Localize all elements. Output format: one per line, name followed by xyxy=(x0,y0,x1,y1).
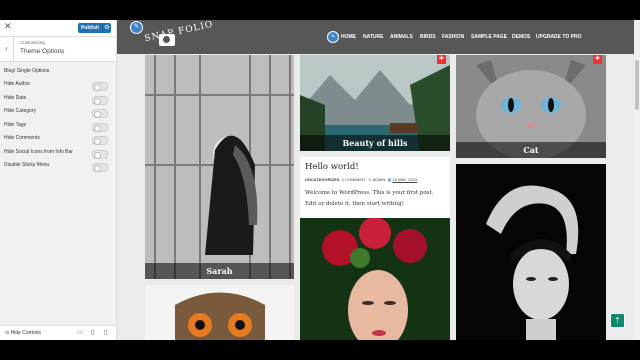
option-disable-sticky-menu: Disable Sticky Menu xyxy=(0,159,116,173)
card-bw-portrait[interactable] xyxy=(456,164,606,340)
option-label: Hide Comments xyxy=(4,135,40,141)
pin-icon: ✚ xyxy=(437,55,446,64)
option-hide-date: Hide Date xyxy=(0,92,116,106)
card-caption: Beauty of hills xyxy=(300,135,450,151)
option-label: Disable Sticky Menu xyxy=(4,162,50,168)
edit-shortcut-icon[interactable]: ✎ xyxy=(130,21,143,34)
section-title: Blog/ Single Options xyxy=(4,68,50,74)
browser-frame: ✕ Publish ⚙ ‹ Customizing Theme Options … xyxy=(0,20,640,340)
toggle-switch[interactable] xyxy=(92,109,108,118)
site-logo-text[interactable]: SNAP FOLIO xyxy=(144,20,215,44)
preview-scrollbar[interactable] xyxy=(634,20,640,340)
scroll-to-top-button[interactable]: ⇡ xyxy=(610,313,625,328)
post-excerpt: Welcome to WordPress. This is your first… xyxy=(305,190,434,207)
option-label: Hide Author xyxy=(4,81,31,87)
nav-item-nature[interactable]: NATURE xyxy=(363,34,383,40)
nav-item-upgrade[interactable]: UPGRADE TO PRO xyxy=(536,34,581,40)
post-author[interactable]: ADMIN xyxy=(372,177,385,182)
post-date[interactable]: 16 MAY, 2023 xyxy=(393,177,418,182)
post-title[interactable]: Hello world! xyxy=(305,162,359,172)
option-label: Hide Tags xyxy=(4,121,27,128)
toggle-switch[interactable] xyxy=(92,95,108,105)
customizer-footer: ⊙ Hide Controls ▭ ▯ ▯ xyxy=(0,325,116,340)
site-preview: ✎ SNAP FOLIO ✎ HOME NATURE ANIMALS BIRDS… xyxy=(117,20,640,340)
toggle-switch[interactable] xyxy=(92,163,108,172)
nav-item-fashion[interactable]: FASHION xyxy=(442,34,464,40)
edit-shortcut-icon[interactable]: ✎ xyxy=(327,31,339,43)
option-hide-category: Hide Category xyxy=(0,105,116,119)
publish-button[interactable]: Publish xyxy=(78,23,102,33)
nav-item-home[interactable]: HOME xyxy=(341,34,356,40)
toggle-switch[interactable] xyxy=(92,82,108,91)
option-hide-social-icons: Hide Social Icons from Info Bar xyxy=(0,146,116,160)
card-caption: Cat xyxy=(456,142,606,158)
customizer-sidebar: ✕ Publish ⚙ ‹ Customizing Theme Options … xyxy=(0,20,117,340)
gear-icon[interactable]: ⚙ xyxy=(102,23,111,33)
close-icon[interactable]: ✕ xyxy=(4,21,12,32)
post-comments[interactable]: 1 COMMENT xyxy=(342,177,366,182)
mobile-icon[interactable]: ▯ xyxy=(104,329,107,336)
nav-item-birds[interactable]: BIRDS xyxy=(420,34,436,40)
bw-portrait-photo xyxy=(456,164,606,340)
toggle-switch[interactable] xyxy=(92,149,108,159)
pin-icon: ✚ xyxy=(593,55,602,64)
calendar-icon: ▦ xyxy=(387,177,392,182)
toggle-switch[interactable] xyxy=(92,122,108,132)
option-label: Hide Social Icons from Info Bar xyxy=(4,148,73,155)
nav-item-demos[interactable]: DEMOS xyxy=(512,34,530,40)
option-label: Hide Date xyxy=(4,94,27,101)
hide-controls-button[interactable]: ⊙ Hide Controls xyxy=(5,330,41,336)
scrollbar-thumb[interactable] xyxy=(635,60,639,110)
hide-controls-label: Hide Controls xyxy=(10,330,41,336)
panel-title: Theme Options xyxy=(20,48,65,55)
card-sarah[interactable]: Sarah xyxy=(145,55,294,279)
owl-photo xyxy=(145,285,294,340)
nav-item-sample-page[interactable]: SAMPLE PAGE xyxy=(471,34,507,40)
camera-icon xyxy=(159,34,175,46)
card-beauty-of-hills[interactable]: ✚ Beauty of hills xyxy=(300,55,450,151)
tablet-icon[interactable]: ▯ xyxy=(91,329,94,336)
breadcrumb: Customizing xyxy=(20,40,45,45)
site-header: ✎ SNAP FOLIO ✎ HOME NATURE ANIMALS BIRDS… xyxy=(117,20,640,54)
customizer-header: ✕ Publish ⚙ xyxy=(0,20,116,37)
desktop-icon[interactable]: ▭ xyxy=(77,329,83,336)
card-caption: Sarah xyxy=(145,263,294,279)
option-label: Hide Category xyxy=(4,108,36,114)
card-flower-portrait[interactable] xyxy=(300,218,450,340)
post-meta: UNCATEGORIZED 1 COMMENT ♙ ADMIN ▦ 16 MAY… xyxy=(305,177,417,182)
panel-header: ‹ Customizing Theme Options xyxy=(0,37,116,62)
option-hide-comments: Hide Comments xyxy=(0,132,116,146)
toggle-switch[interactable] xyxy=(92,136,108,145)
sarah-photo xyxy=(145,55,294,279)
post-category[interactable]: UNCATEGORIZED xyxy=(305,177,340,182)
back-arrow-icon[interactable]: ‹ xyxy=(0,37,14,61)
option-hide-author: Hide Author xyxy=(0,78,116,92)
card-owl[interactable] xyxy=(145,285,294,340)
option-hide-tags: Hide Tags xyxy=(0,119,116,133)
flower-portrait-photo xyxy=(300,218,450,340)
nav-item-animals[interactable]: ANIMALS xyxy=(390,34,413,40)
card-cat[interactable]: ✚ Cat xyxy=(456,55,606,158)
